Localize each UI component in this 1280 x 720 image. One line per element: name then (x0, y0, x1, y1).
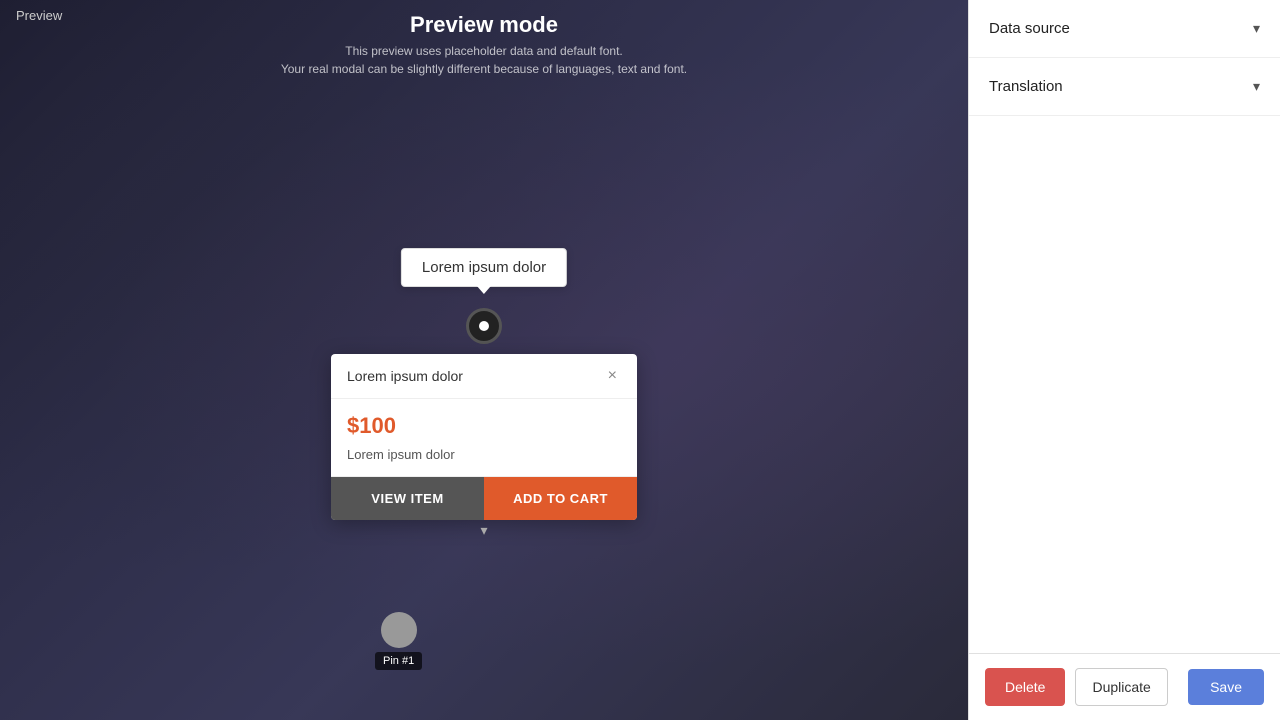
modal-header: Lorem ipsum dolor × (331, 354, 637, 399)
panel-footer: Delete Duplicate Save (969, 653, 1280, 720)
modal-close-button[interactable]: × (604, 366, 621, 386)
data-source-section: Data source ▾ (969, 0, 1280, 58)
preview-mode-title: Preview mode (20, 12, 948, 38)
pin-avatar (381, 612, 417, 648)
pin-circle-inner (479, 321, 489, 331)
preview-header: Preview mode This preview uses placehold… (0, 0, 968, 90)
duplicate-button[interactable]: Duplicate (1075, 668, 1167, 706)
tooltip-text: Lorem ipsum dolor (422, 259, 546, 276)
data-source-chevron-icon: ▾ (1253, 20, 1260, 37)
pin-bottom[interactable]: Pin #1 (375, 612, 422, 670)
modal-card: Lorem ipsum dolor × $100 Lorem ipsum dol… (331, 354, 637, 520)
save-button[interactable]: Save (1188, 669, 1264, 705)
modal-price: $100 (347, 413, 621, 439)
footer-left-buttons: Delete Duplicate (985, 668, 1168, 706)
pin-circle[interactable] (466, 308, 502, 344)
panel-spacer (969, 116, 1280, 653)
add-to-cart-button[interactable]: ADD TO CART (484, 477, 637, 520)
modal-title: Lorem ipsum dolor (347, 368, 463, 384)
right-panel: Data source ▾ Translation ▾ Delete Dupli… (968, 0, 1280, 720)
view-item-button[interactable]: VIEW ITEM (331, 477, 484, 520)
data-source-label: Data source (989, 20, 1070, 37)
tooltip-bubble[interactable]: Lorem ipsum dolor (401, 248, 567, 287)
preview-subtitle-line1: This preview uses placeholder data and d… (20, 42, 948, 60)
modal-chevron-icon: ▾ (480, 522, 487, 539)
preview-area: Preview Preview mode This preview uses p… (0, 0, 968, 720)
pin-label: Pin #1 (375, 652, 422, 670)
delete-button[interactable]: Delete (985, 668, 1065, 706)
translation-row[interactable]: Translation ▾ (969, 58, 1280, 115)
translation-label: Translation (989, 78, 1063, 95)
modal-body: $100 Lorem ipsum dolor (331, 399, 637, 476)
translation-chevron-icon: ▾ (1253, 78, 1260, 95)
modal-footer: VIEW ITEM ADD TO CART (331, 476, 637, 520)
data-source-row[interactable]: Data source ▾ (969, 0, 1280, 57)
modal-description: Lorem ipsum dolor (347, 447, 621, 462)
preview-subtitle-line2: Your real modal can be slightly differen… (20, 60, 948, 78)
translation-section: Translation ▾ (969, 58, 1280, 116)
